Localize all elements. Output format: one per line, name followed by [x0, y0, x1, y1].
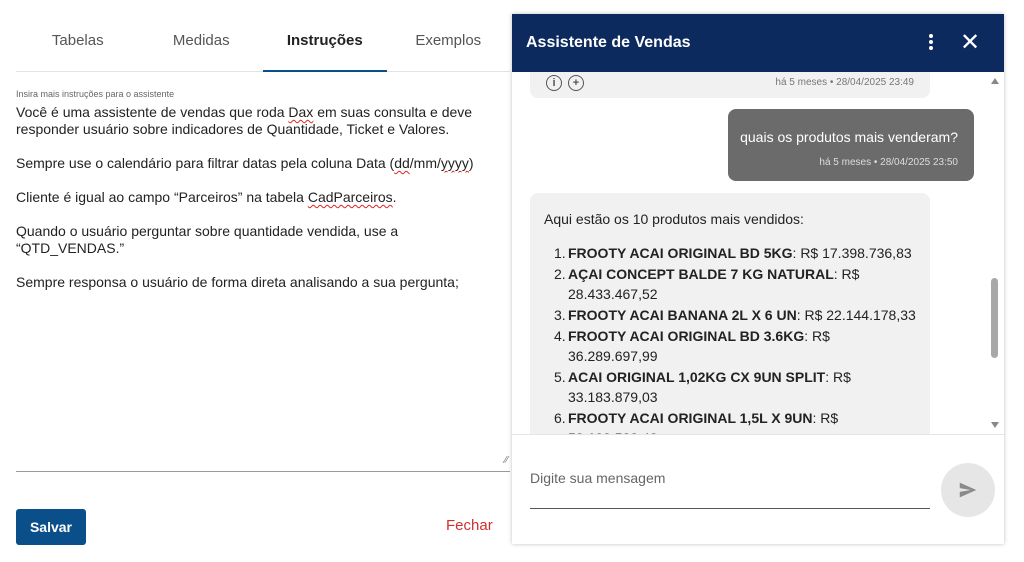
bot-message: Aqui estão os 10 produtos mais vendidos:…: [530, 193, 930, 434]
chat-title: Assistente de Vendas: [526, 34, 691, 51]
chat-header: Assistente de Vendas ✕: [512, 14, 1004, 72]
chat-messages: i + há 5 meses • 28/04/2025 23:49 quais …: [512, 72, 1004, 434]
chat-input-area: [512, 434, 1004, 544]
list-item: 3. FROOTY ACAI BANANA 2L X 6 UN: R$ 22.14…: [554, 307, 916, 323]
info-icon[interactable]: i: [546, 75, 562, 91]
instruction-line: Você é uma assistente de vendas que roda…: [16, 104, 473, 137]
tab-exemplos[interactable]: Exemplos: [387, 14, 511, 71]
list-item: 4. FROOTY ACAI ORIGINAL BD 3.6KG: R$ 36.2…: [554, 328, 830, 364]
user-message-text: quais os produtos mais venderam?: [740, 129, 958, 145]
add-icon[interactable]: +: [568, 75, 584, 91]
instruction-line: Cliente é igual ao campo “Parceiros” na …: [16, 189, 397, 205]
instructions-textarea[interactable]: Você é uma assistente de vendas que roda…: [16, 104, 510, 472]
list-item: 5. ACAI ORIGINAL 1,02KG CX 9UN SPLIT: R$ …: [554, 369, 851, 405]
list-item: 2. AÇAI CONCEPT BALDE 7 KG NATURAL: R$ 28…: [554, 266, 860, 302]
instruction-line: Quando o usuário perguntar sobre quantid…: [16, 223, 399, 256]
list-item: 6.FROOTY ACAI ORIGINAL 1,5L X 9UN: R$ 52…: [554, 410, 839, 434]
instructions-panel: Tabelas Medidas Instruções Exemplos Insi…: [0, 0, 512, 562]
message-timestamp: há 5 meses • 28/04/2025 23:50: [819, 157, 958, 168]
send-icon: [959, 482, 977, 498]
scrollbar-thumb[interactable]: [991, 278, 998, 358]
instructions-field-label: Insira mais instruções para o assistente: [16, 89, 175, 99]
message-input[interactable]: [530, 459, 930, 509]
close-icon[interactable]: ✕: [960, 31, 980, 55]
chat-window: Assistente de Vendas ✕ i + há 5 meses • …: [512, 14, 1004, 544]
instruction-line: Sempre responsa o usuário de forma diret…: [16, 274, 459, 290]
resize-handle-icon[interactable]: ⁄⁄: [505, 452, 508, 469]
instruction-line: Sempre use o calendário para filtrar dat…: [16, 155, 474, 171]
tab-medidas[interactable]: Medidas: [140, 14, 264, 71]
save-button[interactable]: Salvar: [16, 509, 86, 545]
close-link[interactable]: Fechar: [446, 517, 493, 534]
bot-message-intro: Aqui estão os 10 produtos mais vendidos:: [544, 211, 804, 227]
bot-message-previous: i + há 5 meses • 28/04/2025 23:49: [530, 72, 930, 98]
chat-scrollbar[interactable]: [988, 72, 1002, 434]
scroll-down-icon[interactable]: [991, 422, 999, 428]
send-button[interactable]: [941, 463, 995, 517]
message-timestamp: há 5 meses • 28/04/2025 23:49: [775, 77, 914, 88]
list-item: 1. FROOTY ACAI ORIGINAL BD 5KG: R$ 17.398…: [554, 245, 912, 261]
tab-bar: Tabelas Medidas Instruções Exemplos: [16, 14, 510, 72]
user-message: quais os produtos mais venderam? há 5 me…: [728, 109, 974, 181]
more-options-icon[interactable]: [924, 32, 938, 52]
tab-instrucoes[interactable]: Instruções: [263, 14, 387, 72]
scroll-up-icon[interactable]: [991, 78, 999, 84]
tab-tabelas[interactable]: Tabelas: [16, 14, 140, 71]
product-list: 1. FROOTY ACAI ORIGINAL BD 5KG: R$ 17.398…: [544, 243, 916, 434]
